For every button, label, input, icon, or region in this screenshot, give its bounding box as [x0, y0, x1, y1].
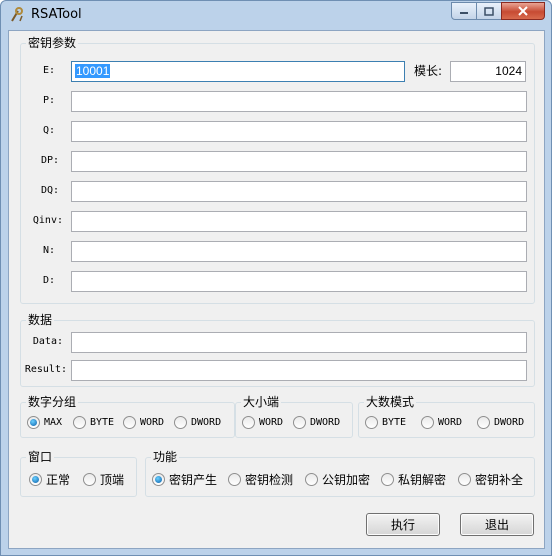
title-bar[interactable]: RSATool [1, 1, 551, 29]
bignum-word-label: WORD [438, 417, 463, 428]
window-title: RSATool [31, 7, 82, 22]
function-decrypt-label: 私钥解密 [398, 473, 447, 487]
radio-icon [242, 416, 255, 429]
radio-icon [477, 416, 490, 429]
bignum-radio-dword[interactable]: DWORD [477, 416, 524, 429]
function-radio-keygen[interactable]: 密钥产生 [152, 471, 217, 488]
execute-button[interactable]: 执行 [366, 513, 440, 536]
window-topmost-label: 顶端 [100, 473, 125, 487]
radio-icon [365, 416, 378, 429]
q-label: Q: [42, 125, 55, 136]
d-label: D: [42, 275, 55, 286]
exit-button[interactable]: 退出 [460, 513, 534, 536]
grouping-radio-dword[interactable]: DWORD [174, 416, 221, 429]
qinv-input[interactable] [71, 211, 527, 232]
radio-icon [421, 416, 434, 429]
e-input-value: 10001 [75, 64, 111, 78]
modulus-label: 模长: [414, 64, 443, 78]
key-params-legend: 密钥参数 [28, 36, 77, 50]
data-input[interactable] [71, 332, 527, 353]
radio-icon [83, 473, 96, 486]
window-radio-normal[interactable]: 正常 [29, 471, 70, 488]
e-label: E: [42, 65, 55, 76]
function-complete-label: 密钥补全 [475, 473, 524, 487]
app-window: RSATool 密钥参数 E: 10001 模长: 1024 P: Q: DP: [0, 0, 552, 556]
function-legend: 功能 [153, 450, 178, 464]
grouping-byte-label: BYTE [90, 417, 115, 428]
radio-icon [123, 416, 136, 429]
window-mode-legend: 窗口 [28, 450, 53, 464]
function-radio-complete[interactable]: 密钥补全 [458, 471, 523, 488]
modulus-input[interactable]: 1024 [450, 61, 526, 82]
radio-icon [73, 416, 86, 429]
grouping-max-label: MAX [44, 417, 63, 428]
endian-radio-word[interactable]: WORD [242, 416, 283, 429]
radio-checked-icon [152, 473, 165, 486]
e-input[interactable]: 10001 [71, 61, 405, 82]
radio-icon [305, 473, 318, 486]
endianness-legend: 大小端 [243, 395, 280, 409]
function-keycheck-label: 密钥检测 [245, 473, 294, 487]
data-label: Data: [32, 336, 63, 347]
bignum-dword-label: DWORD [494, 417, 525, 428]
close-button[interactable] [501, 2, 545, 20]
window-radio-topmost[interactable]: 顶端 [83, 471, 124, 488]
bignum-radio-byte[interactable]: BYTE [365, 416, 406, 429]
grouping-radio-max[interactable]: MAX [27, 416, 62, 429]
radio-icon [381, 473, 394, 486]
radio-icon [174, 416, 187, 429]
data-legend: 数据 [28, 313, 53, 327]
endian-radio-dword[interactable]: DWORD [293, 416, 340, 429]
result-input[interactable] [71, 360, 527, 381]
radio-icon [228, 473, 241, 486]
q-input[interactable] [71, 121, 527, 142]
function-encrypt-label: 公钥加密 [322, 473, 371, 487]
modulus-value: 1024 [495, 64, 522, 78]
bignum-mode-legend: 大数模式 [366, 395, 415, 409]
dp-input[interactable] [71, 151, 527, 172]
n-label: N: [42, 245, 55, 256]
result-label: Result: [24, 364, 67, 375]
dq-label: DQ: [40, 185, 59, 196]
p-label: P: [42, 95, 55, 106]
dq-input[interactable] [71, 181, 527, 202]
function-radio-decrypt[interactable]: 私钥解密 [381, 471, 446, 488]
dp-label: DP: [40, 155, 59, 166]
radio-checked-icon [27, 416, 40, 429]
p-input[interactable] [71, 91, 527, 112]
window-normal-label: 正常 [46, 473, 71, 487]
bignum-byte-label: BYTE [382, 417, 407, 428]
radio-checked-icon [29, 473, 42, 486]
radio-icon [458, 473, 471, 486]
minimize-button[interactable] [451, 2, 477, 20]
qinv-label: Qinv: [32, 215, 63, 226]
number-grouping-legend: 数字分组 [28, 395, 77, 409]
grouping-radio-byte[interactable]: BYTE [73, 416, 114, 429]
app-icon [11, 7, 23, 22]
grouping-dword-label: DWORD [191, 417, 222, 428]
radio-icon [293, 416, 306, 429]
endian-word-label: WORD [259, 417, 284, 428]
bignum-radio-word[interactable]: WORD [421, 416, 462, 429]
client-area: 密钥参数 E: 10001 模长: 1024 P: Q: DP: DQ: Qin… [8, 30, 545, 549]
d-input[interactable] [71, 271, 527, 292]
caption-buttons [451, 2, 545, 20]
grouping-word-label: WORD [140, 417, 165, 428]
function-radio-keycheck[interactable]: 密钥检测 [228, 471, 293, 488]
function-keygen-label: 密钥产生 [169, 473, 218, 487]
function-radio-encrypt[interactable]: 公钥加密 [305, 471, 370, 488]
endian-dword-label: DWORD [310, 417, 341, 428]
grouping-radio-word[interactable]: WORD [123, 416, 164, 429]
close-icon [518, 6, 528, 16]
maximize-button[interactable] [476, 2, 502, 20]
n-input[interactable] [71, 241, 527, 262]
maximize-icon [484, 6, 494, 16]
minimize-icon [460, 12, 468, 14]
